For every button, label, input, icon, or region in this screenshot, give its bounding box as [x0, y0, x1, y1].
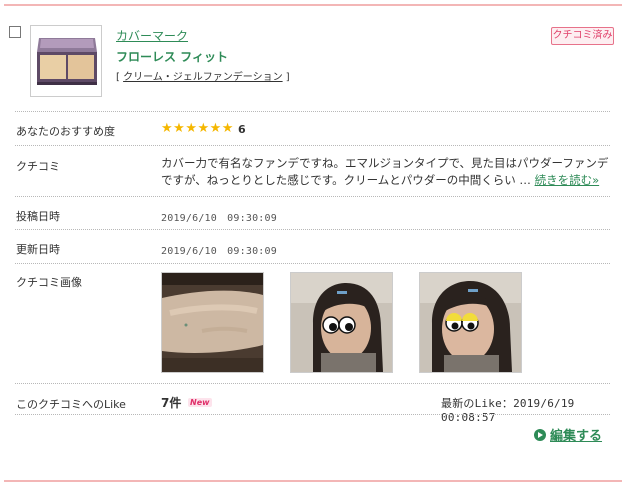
- posted-label: 投稿日時: [16, 210, 60, 223]
- review-photo-3[interactable]: [419, 272, 522, 373]
- bottom-rule: [4, 480, 622, 482]
- star-icon: ★: [161, 121, 173, 136]
- images-label: クチコミ画像: [16, 276, 82, 289]
- row-divider: [15, 414, 610, 415]
- compact-case-image: [31, 26, 101, 96]
- reviewed-badge: クチコミ済み: [551, 27, 614, 45]
- read-more-link[interactable]: 続きを読む»: [535, 173, 600, 187]
- play-arrow-icon: [534, 428, 546, 441]
- review-label: クチコミ: [16, 160, 60, 173]
- category-line: [ クリーム・ジェルファンデーション ]: [116, 68, 290, 83]
- row-divider: [15, 229, 610, 230]
- skin-swatch-image: [162, 273, 263, 372]
- category-bracket-close: ]: [282, 72, 290, 83]
- row-divider: [15, 383, 610, 384]
- star-icon: ★: [197, 121, 210, 136]
- rating-value: 6: [237, 122, 246, 136]
- brand-link[interactable]: カバーマーク: [116, 27, 188, 44]
- row-divider: [15, 196, 610, 197]
- row-divider: [15, 263, 610, 264]
- star-icon: ★: [221, 121, 234, 136]
- row-divider: [15, 111, 610, 112]
- updated-label: 更新日時: [16, 243, 60, 256]
- top-rule: [4, 4, 622, 6]
- like-count: 7件: [161, 396, 182, 410]
- star-icon: ★: [185, 121, 197, 136]
- category-link[interactable]: クリーム・ジェルファンデーション: [123, 72, 283, 83]
- product-thumbnail[interactable]: [30, 25, 102, 97]
- posted-date: 2019/6/10 09:30:09: [161, 213, 277, 224]
- recommend-label: あなたのおすすめ度: [16, 125, 115, 138]
- face-photo-image: [420, 273, 521, 372]
- rating-stars: ★ ★ ★ ★ ★ ★ 6: [161, 122, 246, 136]
- star-icon: ★: [209, 121, 222, 136]
- review-text: カバー力で有名なファンデですね。エマルジョンタイプで、見た目はパウダーファンデで…: [161, 155, 611, 189]
- likes-label: このクチコミへのLike: [16, 398, 126, 411]
- edit-label[interactable]: 編集する: [550, 425, 602, 444]
- face-photo-image: [291, 273, 392, 372]
- row-divider: [15, 145, 610, 146]
- star-icon: ★: [173, 121, 185, 136]
- product-name-link[interactable]: フローレス フィット: [116, 48, 228, 65]
- updated-date: 2019/6/10 09:30:09: [161, 246, 277, 257]
- select-checkbox[interactable]: [9, 26, 21, 38]
- review-photo-1[interactable]: [161, 272, 264, 373]
- latest-like-date: 最新のLike：2019/6/19 00:08:57: [441, 397, 586, 424]
- review-photo-2[interactable]: [290, 272, 393, 373]
- edit-button[interactable]: 編集する: [534, 425, 602, 444]
- new-badge: New: [188, 398, 212, 407]
